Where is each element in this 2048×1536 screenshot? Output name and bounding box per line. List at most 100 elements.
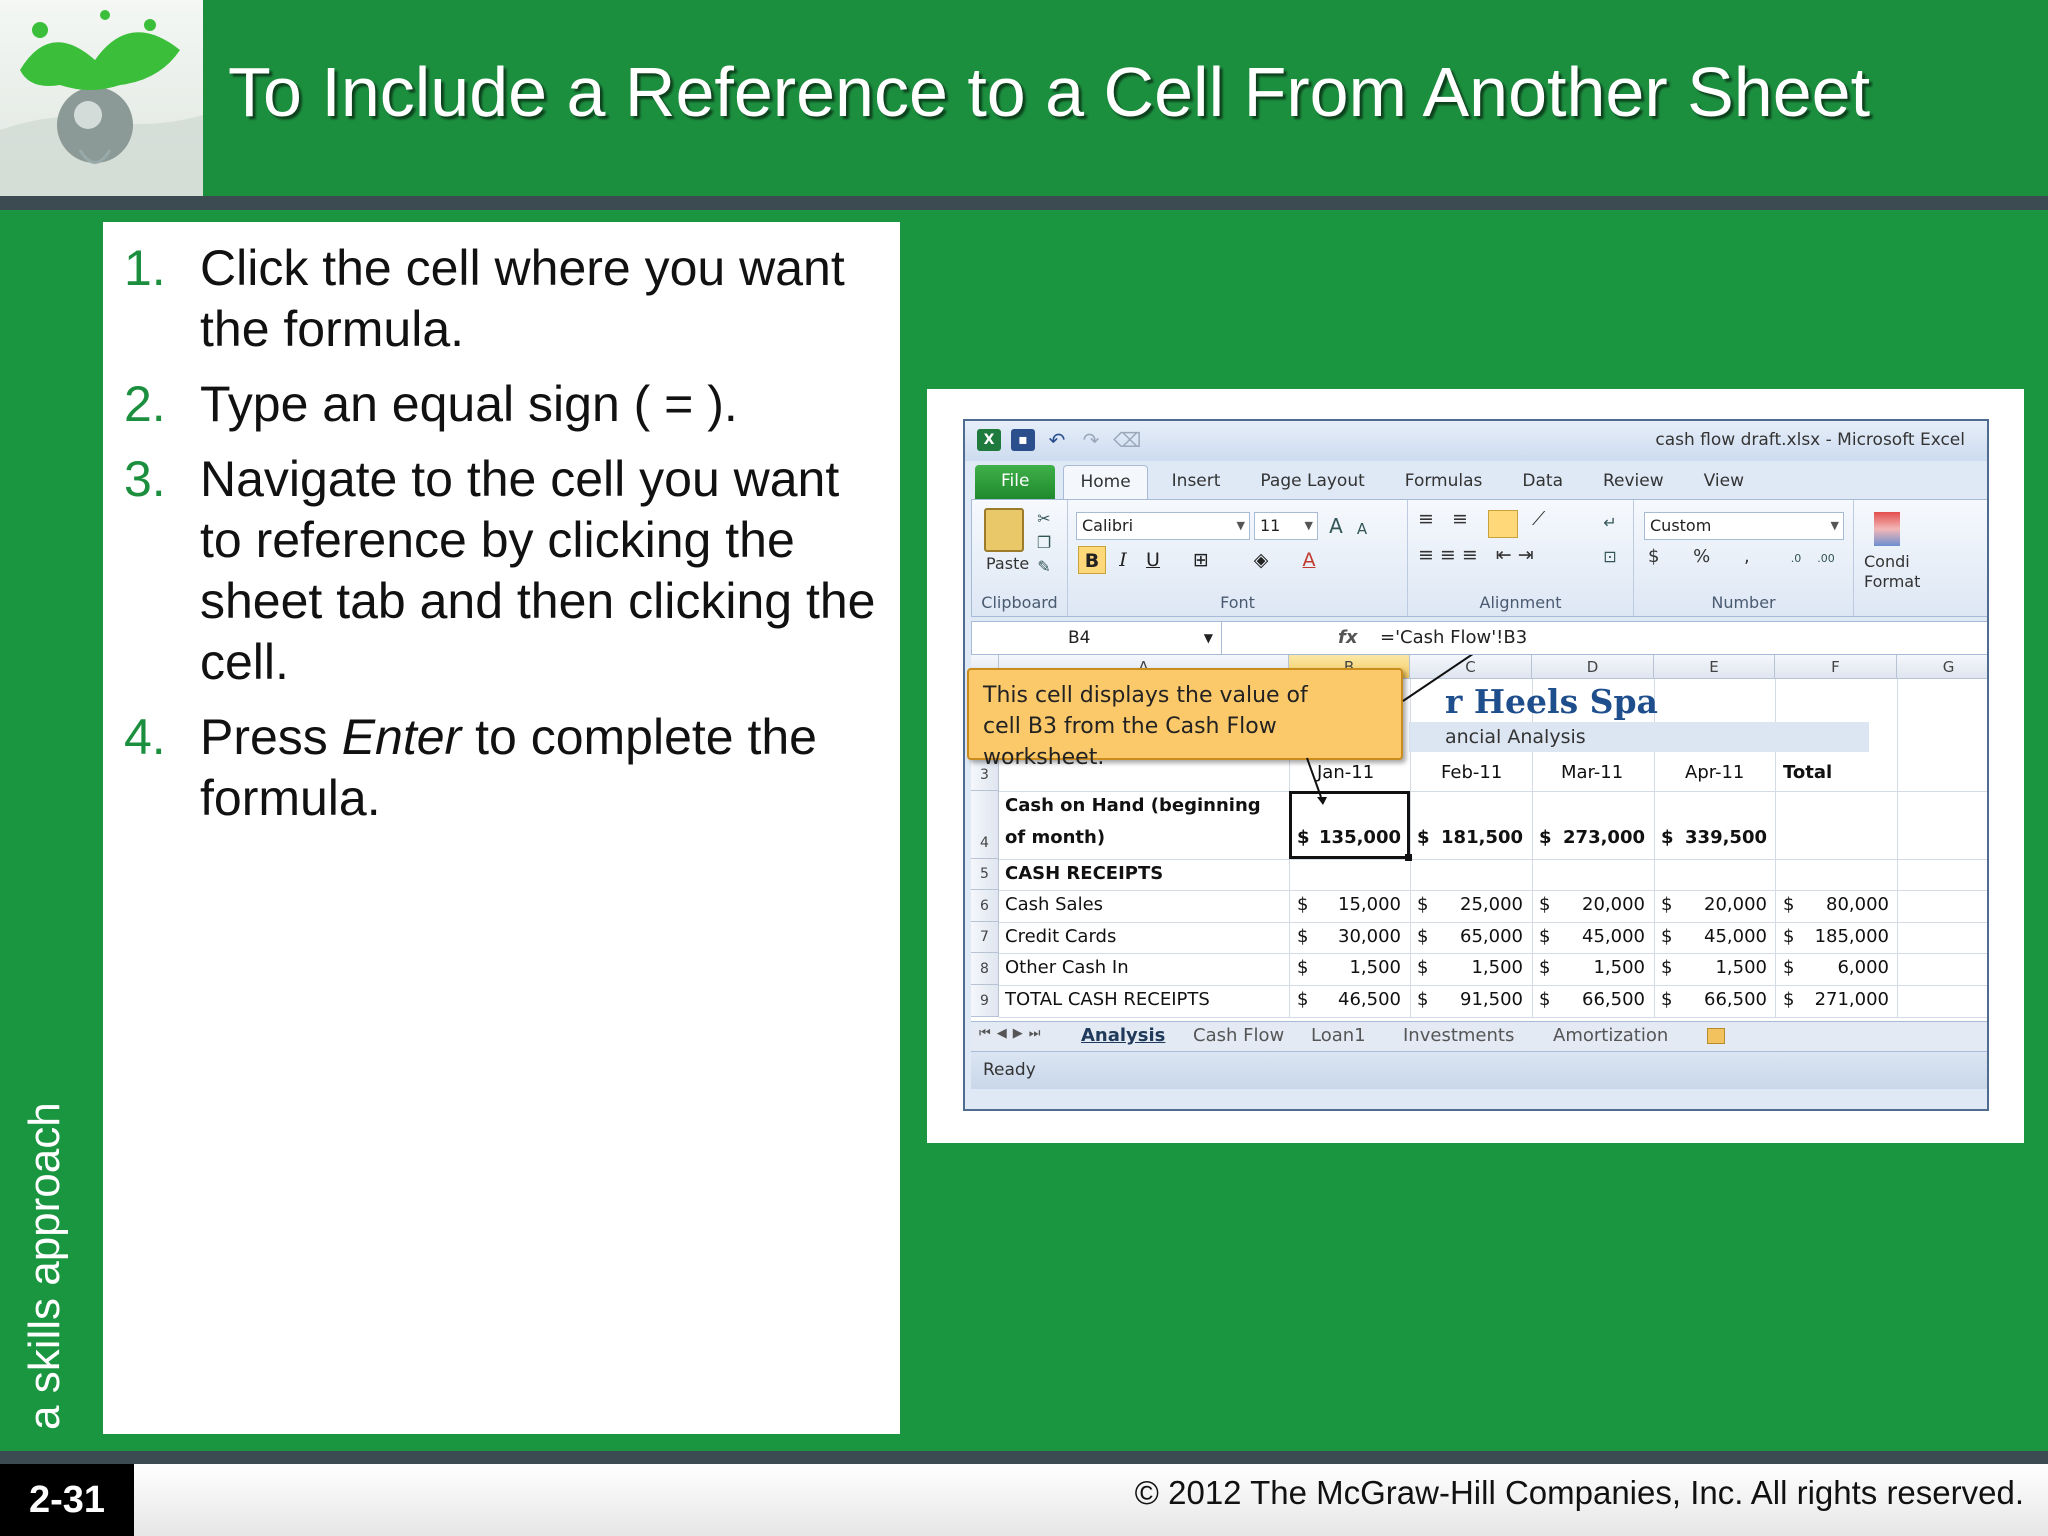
cell-amount: 20,000	[1582, 894, 1645, 915]
horizontal-align-icons[interactable]: ≡≡≡ ⇤⇥	[1418, 544, 1540, 566]
sheet-tab-analysis[interactable]: Analysis	[1081, 1022, 1165, 1050]
step-text-pre: Press	[200, 709, 342, 765]
currency-symbol: $	[1297, 926, 1309, 947]
total-header[interactable]: Total	[1783, 758, 1832, 788]
page-number: 2-31	[0, 1464, 134, 1536]
row-label[interactable]: Other Cash In	[1005, 953, 1129, 983]
name-box-value: B4	[1068, 628, 1091, 648]
font-color-icon[interactable]: A	[1294, 546, 1324, 574]
excel-title-bar: X ▪ ↶ ↷ ⌫ cash flow draft.xlsx - Microso…	[965, 421, 1987, 461]
row-label[interactable]: Credit Cards	[1005, 922, 1116, 952]
currency-symbol: $	[1783, 957, 1795, 978]
currency-symbol: $	[1539, 827, 1552, 848]
month-header[interactable]: Feb-11	[1441, 758, 1502, 788]
fill-handle[interactable]	[1405, 854, 1412, 861]
step-number: 2.	[124, 376, 166, 432]
copy-icon[interactable]: ❐	[1034, 534, 1054, 552]
currency-symbol: $	[1539, 926, 1551, 947]
step-item: 1. Click the cell where you want the for…	[124, 238, 894, 360]
currency-symbol: $	[1783, 894, 1795, 915]
sheet-tab-amortization[interactable]: Amortization	[1553, 1022, 1668, 1050]
tab-page-layout[interactable]: Page Layout	[1244, 465, 1380, 499]
tab-file[interactable]: File	[975, 465, 1056, 499]
font-name-select[interactable]: Calibri ▼	[1076, 512, 1250, 540]
excel-window: X ▪ ↶ ↷ ⌫ cash flow draft.xlsx - Microso…	[963, 419, 1989, 1111]
tab-formulas[interactable]: Formulas	[1389, 465, 1499, 499]
section-label[interactable]: CASH RECEIPTS	[1005, 859, 1163, 889]
column-header[interactable]: D	[1532, 655, 1654, 679]
currency-symbol: $	[1297, 894, 1309, 915]
shrink-font-icon[interactable]: A	[1352, 520, 1372, 538]
row-label[interactable]: of month)	[1005, 823, 1105, 853]
column-header[interactable]: G	[1897, 655, 1987, 679]
italic-button[interactable]: I	[1110, 546, 1136, 574]
month-header[interactable]: Apr-11	[1685, 758, 1744, 788]
sheet-tab-investments[interactable]: Investments	[1403, 1022, 1514, 1050]
column-header[interactable]: F	[1775, 655, 1897, 679]
cell-amount: 46,500	[1338, 989, 1401, 1010]
tab-data[interactable]: Data	[1506, 465, 1579, 499]
sheet-nav-arrows[interactable]: ⏮◀▶⏭	[979, 1026, 1046, 1041]
cell-amount: 1,500	[1349, 957, 1401, 978]
row-label[interactable]: Cash Sales	[1005, 890, 1103, 920]
row-header[interactable]: 9	[971, 985, 999, 1017]
column-header[interactable]: E	[1654, 655, 1775, 679]
format-painter-icon[interactable]: ✎	[1034, 558, 1054, 576]
chevron-down-icon: ▼	[1830, 519, 1839, 532]
number-format-select[interactable]: Custom ▼	[1644, 512, 1844, 540]
insert-sheet-icon[interactable]	[1707, 1028, 1725, 1044]
borders-icon[interactable]: ⊞	[1186, 546, 1216, 574]
font-size-select[interactable]: 11 ▼	[1254, 512, 1318, 540]
undo-icon[interactable]: ↶	[1045, 429, 1069, 451]
decrease-decimal-icon[interactable]: .00	[1816, 550, 1836, 568]
redo-icon[interactable]: ↷	[1079, 429, 1103, 451]
wrap-text-icon[interactable]: ↵	[1600, 514, 1620, 532]
row-header[interactable]: 8	[971, 953, 999, 985]
eraser-icon[interactable]: ⌫	[1113, 429, 1141, 451]
tab-view[interactable]: View	[1688, 465, 1760, 499]
fill-color-icon[interactable]: ◈	[1246, 546, 1276, 574]
number-group: Custom ▼ $ % , .0 .00 Number	[1634, 500, 1854, 616]
merge-center-icon[interactable]: ⊡	[1600, 548, 1620, 566]
increase-decimal-icon[interactable]: .0	[1786, 550, 1806, 568]
grow-font-icon[interactable]: A	[1326, 516, 1346, 536]
bold-button[interactable]: B	[1078, 546, 1106, 574]
save-icon[interactable]: ▪	[1011, 429, 1035, 451]
middle-align-active-icon[interactable]	[1488, 510, 1518, 538]
cell-amount: 6,000	[1837, 957, 1889, 978]
status-bar: Ready	[971, 1051, 1987, 1089]
conditional-formatting-icon[interactable]	[1874, 512, 1900, 546]
tab-review[interactable]: Review	[1587, 465, 1680, 499]
row-header[interactable]: 6	[971, 890, 999, 922]
conditional-formatting-label[interactable]: Condi Format	[1864, 552, 1920, 592]
underline-button[interactable]: U	[1140, 546, 1166, 574]
font-name-value: Calibri	[1082, 516, 1134, 535]
currency-symbol: $	[1539, 957, 1551, 978]
paste-button[interactable]: Paste	[986, 554, 1029, 573]
tab-home[interactable]: Home	[1063, 465, 1148, 499]
number-format-icons[interactable]: $ % ,	[1648, 546, 1764, 567]
row-label[interactable]: TOTAL CASH RECEIPTS	[1005, 985, 1210, 1015]
row-header[interactable]: 7	[971, 922, 999, 953]
month-header[interactable]: Mar-11	[1561, 758, 1623, 788]
vertical-align-icons[interactable]: ≡ ≡	[1418, 508, 1474, 530]
insert-function-icon[interactable]: fx	[1338, 622, 1357, 654]
step-number: 3.	[124, 451, 166, 507]
row-header[interactable]: 5	[971, 859, 999, 890]
cell-amount: 25,000	[1460, 894, 1523, 915]
row-header[interactable]: 4	[971, 791, 999, 859]
sheet-tab-loan1[interactable]: Loan1	[1311, 1022, 1366, 1050]
tab-insert[interactable]: Insert	[1156, 465, 1237, 499]
paste-icon[interactable]	[984, 508, 1024, 552]
row-label[interactable]: Cash on Hand (beginning	[1005, 791, 1261, 821]
column-header[interactable]: C	[1410, 655, 1532, 679]
callout-line: This cell displays the value of	[983, 683, 1308, 708]
formula-input[interactable]: ='Cash Flow'!B3	[1380, 622, 1527, 654]
alignment-group-label: Alignment	[1479, 593, 1562, 612]
cell-amount: 339,500	[1685, 827, 1767, 848]
orientation-icon[interactable]: ⟋	[1532, 508, 1551, 530]
cut-icon[interactable]: ✂	[1034, 510, 1054, 528]
sheet-tab-cash-flow[interactable]: Cash Flow	[1193, 1022, 1284, 1050]
selected-cell-b4[interactable]	[1289, 791, 1412, 861]
name-box[interactable]: B4 ▼	[972, 622, 1222, 654]
